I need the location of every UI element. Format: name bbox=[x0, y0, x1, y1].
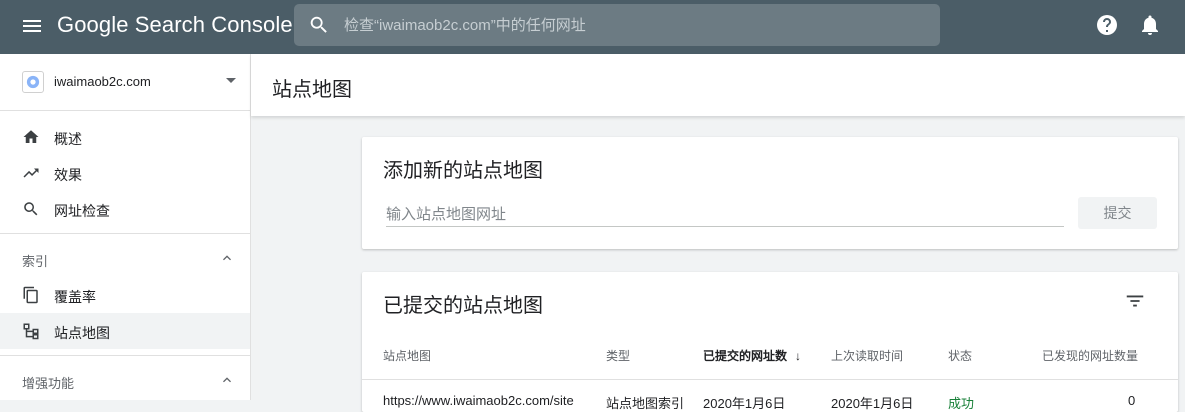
cell-submitted: 2020年1月6日 bbox=[703, 396, 786, 411]
sidebar-item-label: 覆盖率 bbox=[54, 289, 96, 305]
column-header-submitted[interactable]: 已提交的网址数 ↓ bbox=[703, 347, 801, 364]
copy-icon bbox=[23, 286, 38, 304]
search-icon bbox=[310, 16, 327, 33]
sitemap-url-input[interactable] bbox=[386, 203, 1064, 227]
card-title: 添加新的站点地图 bbox=[383, 160, 543, 182]
sidebar-item-coverage[interactable]: 覆盖率 bbox=[0, 277, 250, 313]
sidebar-item-label: 概述 bbox=[54, 131, 82, 147]
column-header-status[interactable]: 状态 bbox=[948, 347, 972, 364]
sidebar: iwaimaob2c.com 概述 效果 网址检查 索引 覆盖率 站点地图 增强… bbox=[0, 54, 251, 400]
search-input[interactable] bbox=[344, 4, 924, 46]
page-title: 站点地图 bbox=[272, 79, 352, 101]
table-divider bbox=[362, 379, 1178, 380]
column-header-type[interactable]: 类型 bbox=[606, 347, 630, 364]
trending-up-icon bbox=[23, 168, 39, 178]
submitted-sitemaps-card: 已提交的站点地图 站点地图 类型 已提交的网址数 ↓ 上次读取时间 状态 已发现的… bbox=[362, 272, 1178, 412]
top-app-bar: Google Search Console bbox=[0, 0, 1185, 54]
help-icon[interactable] bbox=[1095, 13, 1119, 37]
notifications-bell-icon[interactable] bbox=[1138, 13, 1162, 37]
card-title: 已提交的站点地图 bbox=[383, 295, 543, 317]
section-label: 增强功能 bbox=[22, 376, 75, 391]
sidebar-item-overview[interactable]: 概述 bbox=[0, 119, 250, 155]
search-icon bbox=[24, 202, 38, 216]
property-selector[interactable]: iwaimaob2c.com bbox=[0, 54, 250, 111]
cell-sitemap[interactable]: https://www.iwaimaob2c.com/site bbox=[383, 393, 574, 408]
sidebar-divider bbox=[0, 355, 250, 356]
chevron-up-icon bbox=[223, 255, 231, 261]
sidebar-item-sitemaps[interactable]: 站点地图 bbox=[0, 313, 250, 349]
column-header-last-read[interactable]: 上次读取时间 bbox=[831, 347, 903, 364]
add-sitemap-card: 添加新的站点地图 提交 bbox=[362, 137, 1178, 249]
sidebar-item-url-inspection[interactable]: 网址检查 bbox=[0, 191, 250, 227]
home-icon bbox=[23, 130, 39, 143]
column-header-sitemap[interactable]: 站点地图 bbox=[383, 347, 431, 364]
sitemap-icon bbox=[23, 323, 39, 340]
chevron-up-icon bbox=[223, 377, 231, 383]
property-name: iwaimaob2c.com bbox=[54, 74, 151, 89]
sidebar-item-label: 效果 bbox=[54, 167, 82, 183]
section-header-enhancements[interactable]: 增强功能 bbox=[0, 362, 250, 398]
globe-icon bbox=[22, 71, 44, 93]
sidebar-item-label: 网址检查 bbox=[54, 203, 110, 219]
page-header: 站点地图 bbox=[251, 54, 1185, 116]
url-inspection-search[interactable] bbox=[294, 4, 940, 46]
submit-button[interactable]: 提交 bbox=[1078, 197, 1157, 229]
column-header-label: 已提交的网址数 bbox=[703, 349, 788, 363]
sidebar-item-label: 站点地图 bbox=[54, 325, 110, 341]
section-label: 索引 bbox=[22, 254, 49, 269]
arrow-down-icon: ↓ bbox=[795, 349, 802, 363]
dropdown-caret-icon bbox=[226, 78, 236, 83]
cell-status: 成功 bbox=[948, 396, 975, 411]
sidebar-item-performance[interactable]: 效果 bbox=[0, 155, 250, 191]
menu-icon[interactable] bbox=[20, 14, 44, 38]
cell-type: 站点地图索引 bbox=[606, 396, 685, 411]
section-header-index[interactable]: 索引 bbox=[0, 240, 250, 276]
cell-last-read: 2020年1月6日 bbox=[831, 396, 914, 411]
app-logo[interactable]: Google Search Console bbox=[57, 12, 293, 38]
filter-icon[interactable] bbox=[1124, 290, 1146, 312]
column-header-discovered[interactable]: 已发现的网址数量 bbox=[1042, 347, 1138, 364]
cell-discovered: 0 bbox=[1128, 393, 1136, 408]
sidebar-divider bbox=[0, 233, 250, 234]
